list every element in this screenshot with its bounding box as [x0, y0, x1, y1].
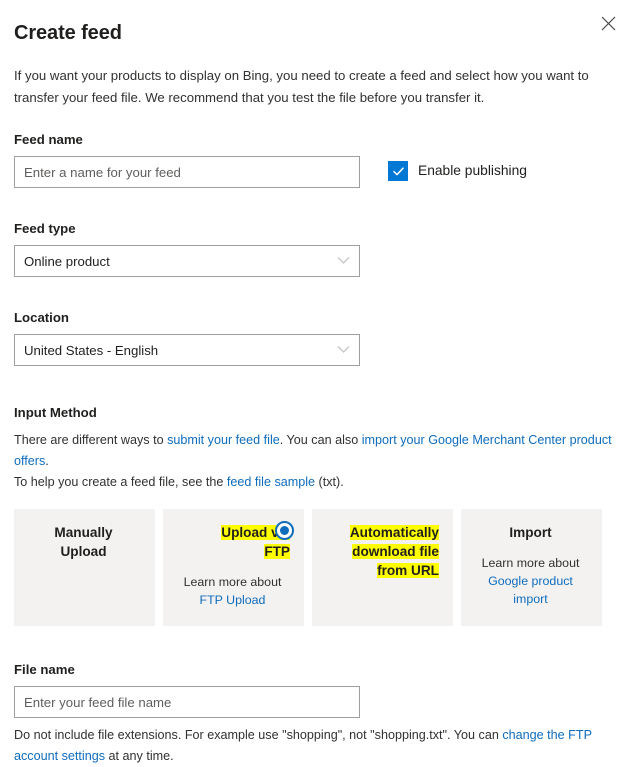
method-card-title: Automatically download file from URL — [322, 523, 441, 580]
hint-text-2: . You can also — [280, 433, 362, 447]
method-card-auto-download-from-url[interactable]: Automatically download file from URL — [312, 509, 453, 626]
method-card-radio-selected[interactable] — [275, 521, 294, 540]
input-method-hint: There are different ways to submit your … — [14, 422, 617, 493]
file-name-label: File name — [14, 661, 617, 686]
feed-type-label: Feed type — [14, 220, 617, 245]
close-icon — [601, 16, 616, 31]
note-text-1: Do not include file extensions. For exam… — [14, 728, 502, 742]
title-line-1: Manually — [54, 525, 112, 540]
page-title: Create feed — [14, 0, 617, 46]
file-name-input[interactable] — [14, 686, 360, 718]
hint-text-1: There are different ways to — [14, 433, 167, 447]
title-line-2: download file — [352, 544, 439, 559]
hint-text-3: . — [45, 454, 49, 468]
file-name-note: Do not include file extensions. For exam… — [14, 718, 614, 767]
title-line-2: Upload — [60, 544, 106, 559]
checkbox-box — [388, 161, 408, 181]
method-card-sub: Learn more about FTP Upload — [173, 561, 292, 609]
feed-name-row: Enable publishing — [14, 156, 617, 188]
method-card-upload-via-ftp[interactable]: Upload viaFTP Learn more aboutFTP Upload — [163, 509, 304, 626]
location-label: Location — [14, 309, 617, 334]
learn-more-text: Learn more about — [184, 575, 282, 589]
enable-publishing-checkbox[interactable]: Enable publishing — [388, 161, 527, 181]
feed-type-select[interactable]: Online product — [14, 245, 360, 277]
note-text-2: at any time. — [105, 749, 174, 763]
file-name-field: File name Do not include file extensions… — [14, 626, 617, 767]
location-select[interactable]: United States - English — [14, 334, 360, 366]
method-card-title: Manually Upload — [24, 523, 143, 561]
feed-name-label: Feed name — [14, 131, 617, 156]
submit-feed-file-link[interactable]: submit your feed file — [167, 433, 280, 447]
close-button[interactable] — [595, 10, 621, 36]
location-field: Location United States - English — [14, 277, 617, 366]
feed-name-input[interactable] — [14, 156, 360, 188]
feed-type-value: Online product — [24, 254, 110, 269]
feed-file-sample-link[interactable]: feed file sample — [227, 475, 315, 489]
create-feed-dialog: Create feed If you want your products to… — [0, 0, 631, 737]
ftp-upload-link[interactable]: FTP Upload — [200, 593, 266, 607]
hint-text-5: (txt). — [315, 475, 344, 489]
feed-type-field: Feed type Online product — [14, 188, 617, 277]
title-line-2: FTP — [264, 544, 290, 559]
method-card-sub: Learn more about Google product import — [471, 542, 590, 608]
method-card-manually-upload[interactable]: Manually Upload — [14, 509, 155, 626]
location-value: United States - English — [24, 343, 158, 358]
input-method-heading: Input Method — [14, 404, 617, 422]
title-line-1: Automatically — [350, 525, 439, 540]
hint-text-4: To help you create a feed file, see the — [14, 475, 227, 489]
intro-text: If you want your products to display on … — [14, 46, 617, 109]
method-card-title: Import — [471, 523, 590, 542]
check-icon — [392, 165, 405, 178]
title-line-3: from URL — [377, 563, 439, 578]
input-method-cards: ManuallyUpload Upload viaFTP Learn more … — [14, 493, 617, 626]
google-product-import-link[interactable]: Google product import — [488, 574, 573, 606]
enable-publishing-label: Enable publishing — [418, 161, 527, 181]
method-card-import[interactable]: Import Learn more about Google product im… — [461, 509, 602, 626]
learn-more-text: Learn more about — [482, 556, 580, 570]
input-method-section: Input Method There are different ways to… — [14, 366, 617, 626]
